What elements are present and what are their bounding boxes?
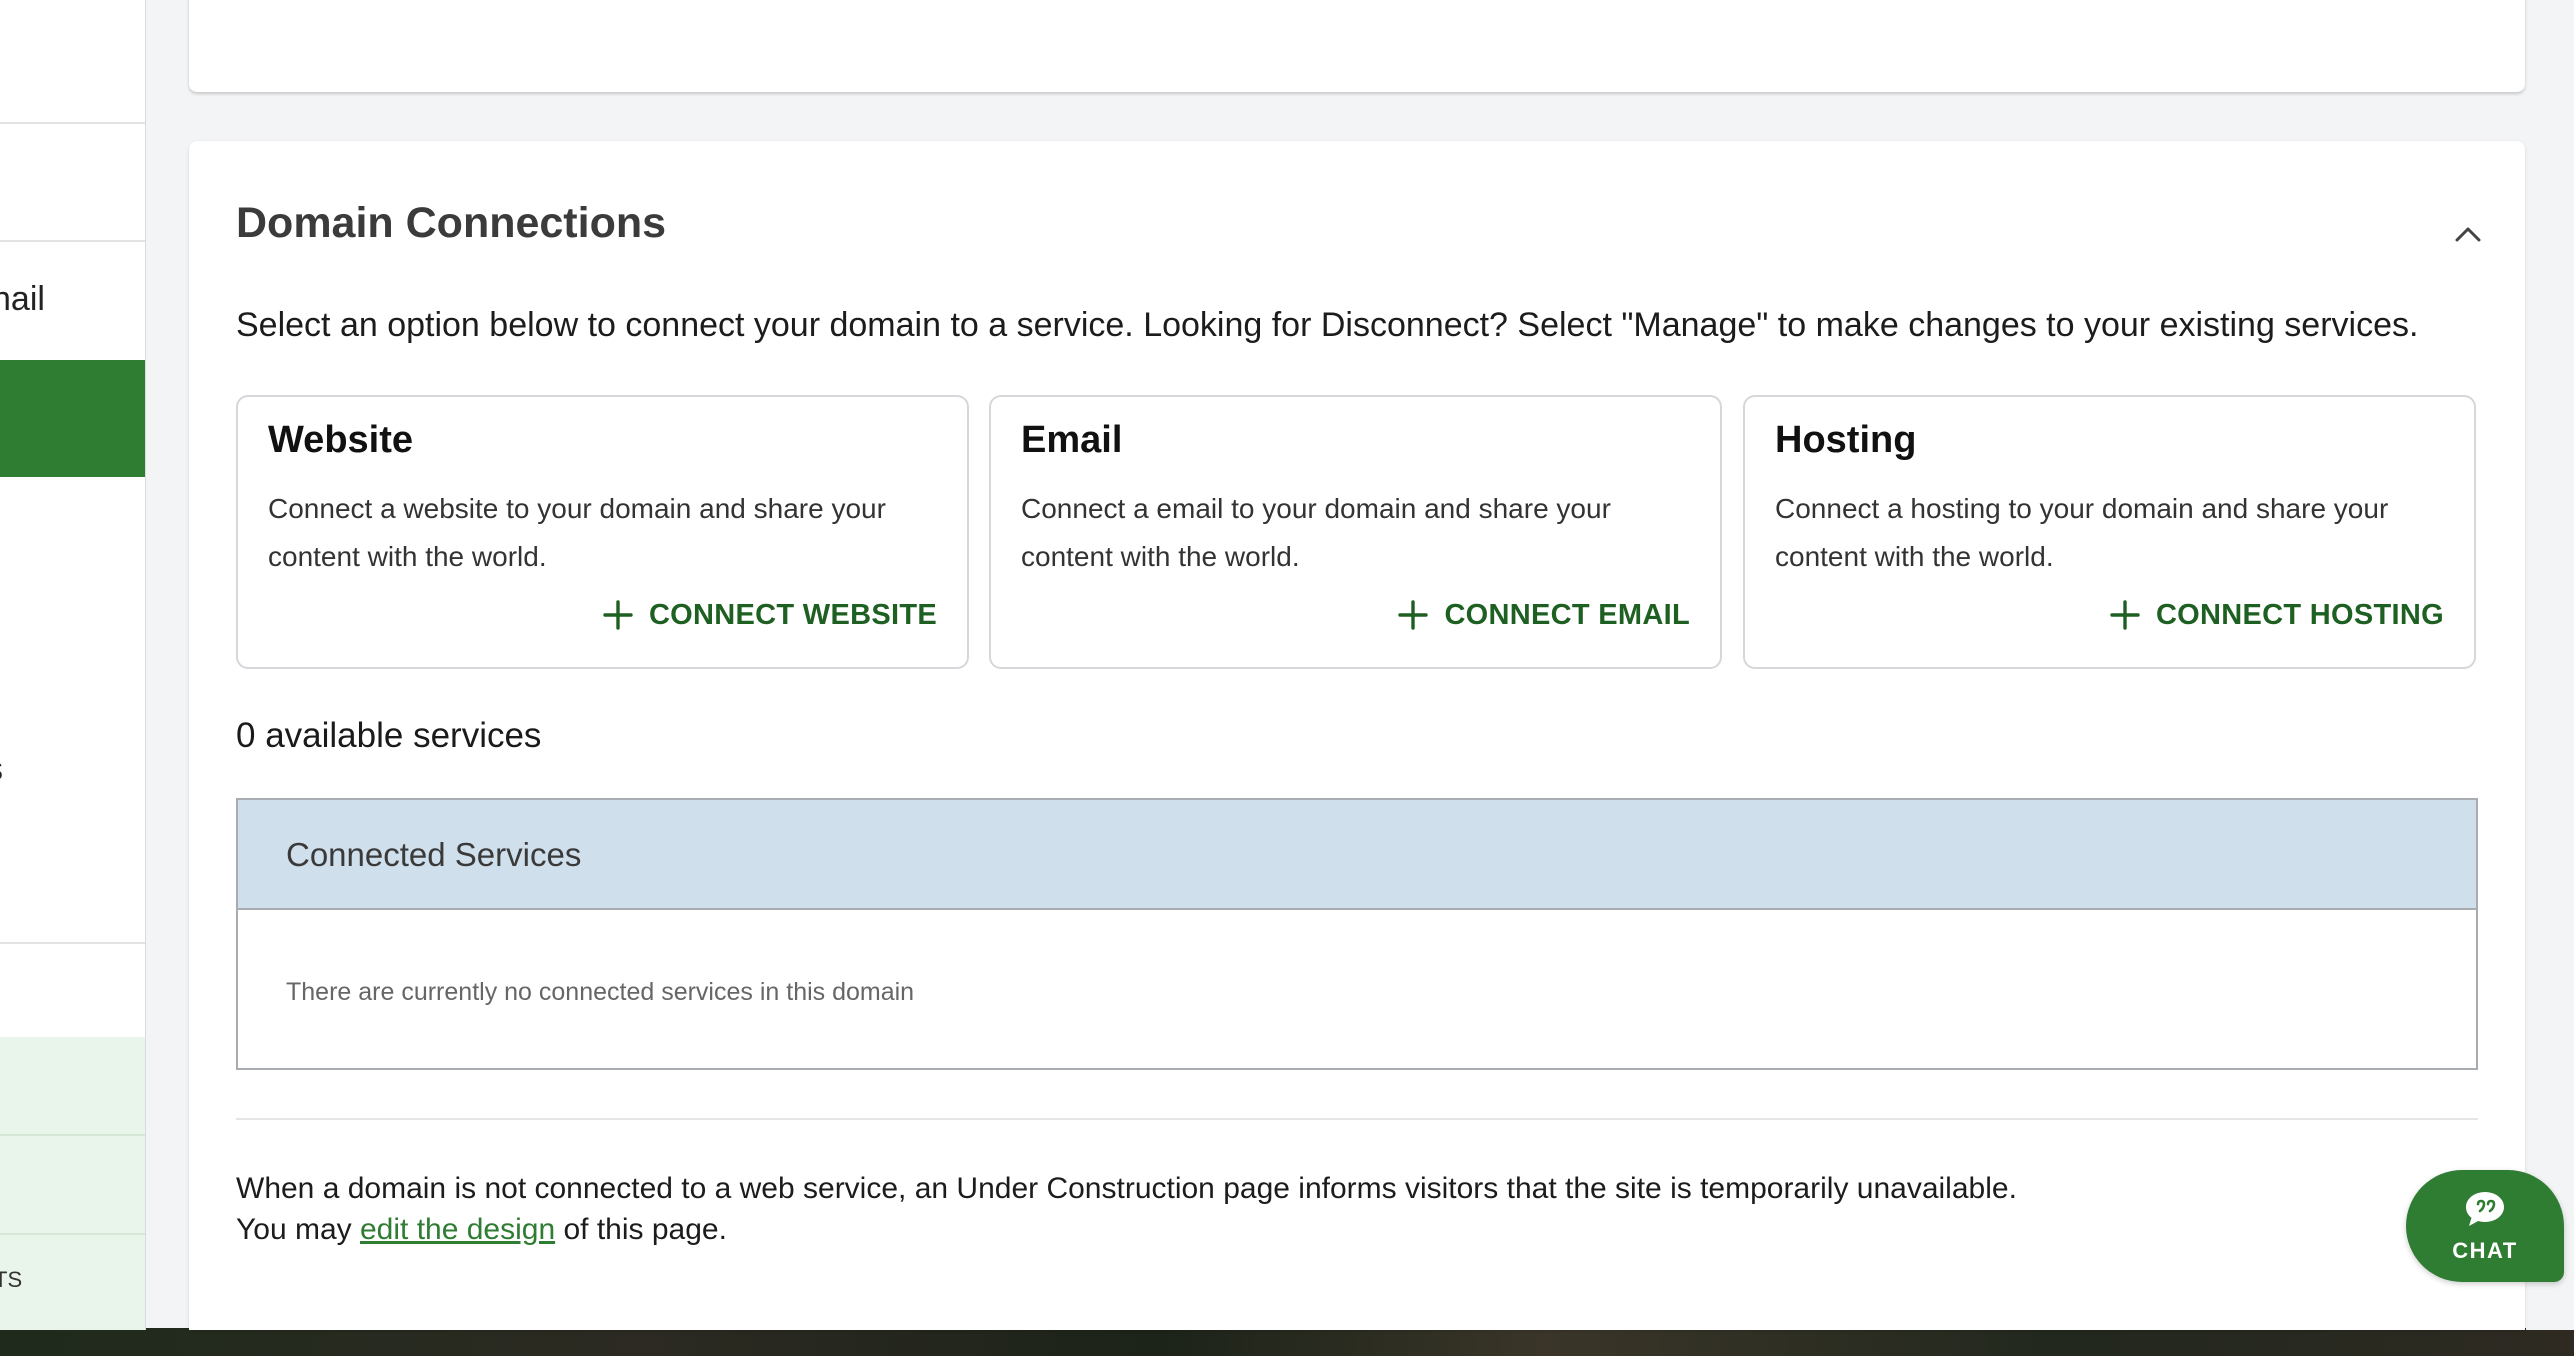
connected-services-table: Connected Services There are currently n… — [236, 798, 2478, 1070]
background-photo-strip — [0, 1328, 2574, 1356]
service-description: Connect a hosting to your domain and sha… — [1775, 493, 2389, 572]
connect-website-button[interactable]: CONNECT WEBSITE — [603, 593, 937, 637]
plus-icon — [603, 600, 633, 630]
plus-icon — [2110, 600, 2140, 630]
scroll-gutter — [2526, 0, 2574, 1330]
sidebar-item-partial[interactable]: s — [0, 750, 3, 789]
sidebar-subitem[interactable]: TS — [0, 1235, 145, 1330]
domain-connections-card: Domain Connections Select an option belo… — [189, 141, 2525, 1330]
chevron-up-icon[interactable] — [2451, 217, 2485, 251]
intro-text: Select an option below to connect your d… — [236, 306, 2419, 344]
divider — [236, 1118, 2478, 1120]
table-header-label: Connected Services — [286, 836, 582, 873]
edit-design-link[interactable]: edit the design — [360, 1213, 555, 1246]
sidebar-subitem[interactable] — [0, 1037, 145, 1134]
section-title: Domain Connections — [236, 199, 667, 247]
connect-hosting-label: CONNECT HOSTING — [2155, 598, 2444, 631]
sidebar-subitem[interactable] — [0, 1136, 145, 1233]
connect-email-button[interactable]: CONNECT EMAIL — [1398, 593, 1690, 637]
sidebar-divider — [0, 240, 145, 242]
chat-label: CHAT — [2452, 1237, 2518, 1263]
service-card-website: Website Connect a website to your domain… — [236, 395, 969, 669]
connect-website-label: CONNECT WEBSITE — [648, 598, 937, 631]
previous-section-card — [189, 0, 2525, 92]
empty-state-message: There are currently no connected service… — [286, 978, 915, 1006]
service-title: Website — [268, 419, 414, 461]
sidebar-subitem-label: TS — [0, 1267, 23, 1292]
service-card-email: Email Connect a email to your domain and… — [989, 395, 1722, 669]
sidebar-divider — [0, 122, 145, 124]
connect-email-label: CONNECT EMAIL — [1444, 598, 1690, 631]
sidebar-divider — [0, 942, 145, 944]
service-description: Connect a email to your domain and share… — [1021, 493, 1611, 572]
service-description: Connect a website to your domain and sha… — [268, 493, 886, 572]
service-title: Hosting — [1775, 419, 1917, 461]
available-services-count: 0 available services — [236, 716, 542, 755]
service-title: Email — [1021, 419, 1123, 461]
sidebar: nail s TS — [0, 0, 146, 1330]
sidebar-item-mail[interactable]: nail — [0, 280, 45, 319]
footnote-line-1: When a domain is not connected to a web … — [236, 1172, 2017, 1205]
under-construction-note: When a domain is not connected to a web … — [236, 1168, 2017, 1250]
chat-button[interactable]: CHAT — [2406, 1170, 2564, 1282]
connect-hosting-button[interactable]: CONNECT HOSTING — [2110, 593, 2444, 637]
plus-icon — [1398, 600, 1429, 630]
footnote-prefix: You may — [236, 1213, 352, 1246]
sidebar-item-active[interactable] — [0, 360, 145, 477]
table-header: Connected Services — [238, 800, 2476, 910]
chat-bubble-icon — [2463, 1189, 2507, 1234]
service-card-hosting: Hosting Connect a hosting to your domain… — [1743, 395, 2476, 669]
footnote-line-2: You may edit the design of this page. — [236, 1209, 2017, 1250]
footnote-suffix: of this page. — [563, 1213, 727, 1246]
